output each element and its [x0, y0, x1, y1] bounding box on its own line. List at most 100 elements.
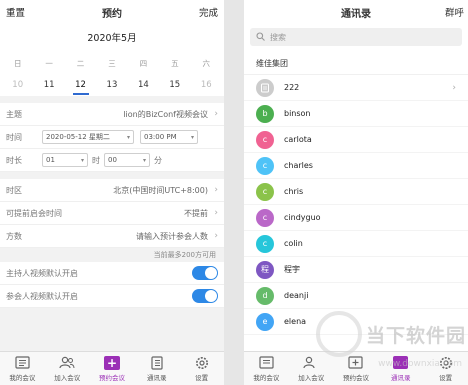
- tab-label: 设置: [439, 373, 453, 382]
- tab-label: 通讯录: [147, 373, 167, 382]
- contact-item[interactable]: c charles: [244, 153, 468, 179]
- contact-name: charles: [284, 161, 313, 170]
- contact-item[interactable]: c chris: [244, 179, 468, 205]
- divider: [0, 172, 224, 179]
- contact-item[interactable]: b binson: [244, 101, 468, 127]
- join-people-icon: [59, 356, 75, 370]
- contact-list: 222 › b binson c carlota c charles c chr…: [244, 75, 468, 335]
- done-button[interactable]: 完成: [199, 5, 218, 19]
- contact-item[interactable]: d deanji: [244, 283, 468, 309]
- tab-schedule-meeting[interactable]: + 预约会议: [90, 352, 135, 385]
- subject-row[interactable]: 主题 lion的BizConf视频会议 ›: [0, 103, 224, 126]
- time-label: 时间: [6, 132, 22, 142]
- calendar-month: 2020年5月: [87, 33, 137, 44]
- tab-label: 加入会议: [54, 373, 81, 382]
- hours-unit: 时: [92, 155, 100, 165]
- host-video-toggle[interactable]: [192, 266, 218, 280]
- duration-row: 时长 01 ▾ 时 00 ▾ 分: [0, 149, 224, 172]
- contact-item[interactable]: 222 ›: [244, 75, 468, 101]
- tab-contacts[interactable]: 通讯录: [134, 352, 179, 385]
- date-cell: 16: [200, 80, 212, 90]
- date-row: 10 11 12 13 14 15 16: [0, 74, 224, 96]
- participants-hint: 当前最多200方可用: [0, 248, 224, 262]
- date-cell[interactable]: 15: [161, 80, 189, 90]
- date-cell[interactable]: 11: [35, 80, 63, 90]
- hours-select[interactable]: 01 ▾: [42, 153, 88, 167]
- video-options: 主持人视频默认开启 参会人视频默认开启: [0, 262, 224, 308]
- page-title: 通讯录: [341, 8, 371, 20]
- subject-value[interactable]: lion的BizConf视频会议: [42, 109, 210, 120]
- watermark-logo-icon: [315, 311, 362, 357]
- bottom-tab-bar: 我的会议 加入会议 + 预约会议 通讯录 设置: [0, 351, 224, 385]
- weekday-label: 二: [76, 58, 85, 68]
- avatar: c: [256, 182, 274, 201]
- date-cell-selected[interactable]: 12: [67, 80, 95, 95]
- meeting-list-icon: [258, 356, 274, 370]
- subject-label: 主题: [6, 109, 22, 119]
- contact-item[interactable]: c colin: [244, 231, 468, 257]
- participants-label: 方数: [6, 231, 22, 241]
- contact-item[interactable]: c carlota: [244, 127, 468, 153]
- group-call-button[interactable]: 群呼: [445, 5, 464, 19]
- contact-item[interactable]: c cindyguo: [244, 205, 468, 231]
- participants-input[interactable]: 请输入预计参会人数: [42, 231, 210, 242]
- dropdown-arrow-icon: ▾: [126, 133, 130, 141]
- avatar: c: [256, 208, 274, 227]
- remind-row[interactable]: 可提前启会时间 不提前 ›: [0, 202, 224, 225]
- weekday-label: 四: [139, 58, 148, 68]
- remind-value: 不提前: [184, 208, 208, 218]
- meeting-options: 时区 北京(中国时间UTC+8:00) › 可提前启会时间 不提前 › 方数 请…: [0, 179, 224, 248]
- page-title: 预约: [102, 8, 122, 20]
- schedule-plus-icon: +: [103, 355, 120, 370]
- contact-name: 程宇: [284, 265, 300, 274]
- timezone-value: 北京(中国时间UTC+8:00): [113, 185, 208, 195]
- contact-item[interactable]: 程 程宇: [244, 257, 468, 283]
- avatar: b: [256, 104, 274, 123]
- minutes-select[interactable]: 00 ▾: [104, 153, 150, 167]
- tab-settings[interactable]: 设置: [179, 352, 224, 385]
- participants-row[interactable]: 方数 请输入预计参会人数 ›: [0, 225, 224, 248]
- date-cell[interactable]: 13: [98, 80, 126, 90]
- reset-button[interactable]: 重置: [6, 5, 25, 19]
- contact-name: carlota: [284, 135, 312, 144]
- dropdown-arrow-icon: ▾: [142, 156, 146, 164]
- date-cell[interactable]: 14: [129, 80, 157, 90]
- time-select-value: 03:00 PM: [144, 133, 177, 141]
- dropdown-arrow-icon: ▾: [190, 133, 194, 141]
- time-select[interactable]: 03:00 PM ▾: [140, 130, 198, 144]
- contact-name: deanji: [284, 291, 309, 300]
- timezone-row[interactable]: 时区 北京(中国时间UTC+8:00) ›: [0, 179, 224, 202]
- chevron-right-icon: ›: [214, 185, 218, 195]
- date-select[interactable]: 2020-05-12 星期二 ▾: [42, 130, 134, 144]
- avatar: d: [256, 286, 274, 305]
- tab-label: 通讯录: [391, 373, 411, 382]
- avatar: e: [256, 312, 274, 331]
- date-select-value: 2020-05-12 星期二: [46, 133, 110, 141]
- contact-name: cindyguo: [284, 213, 321, 222]
- weekday-row: 日 一 二 三 四 五 六: [0, 52, 224, 74]
- chevron-right-icon: ›: [214, 231, 218, 241]
- tab-my-meetings[interactable]: 我的会议: [0, 352, 45, 385]
- divider: [0, 96, 224, 103]
- chevron-right-icon: ›: [214, 109, 218, 119]
- calendar: 2020年5月 日 一 二 三 四 五 六 10 11 12 13 14 15 …: [0, 24, 224, 96]
- join-people-icon: [303, 356, 319, 370]
- tab-my-meetings[interactable]: 我的会议: [244, 352, 289, 385]
- search-icon: [256, 31, 265, 43]
- meeting-list-icon: [14, 356, 30, 370]
- avatar: c: [256, 234, 274, 253]
- tab-join-meeting[interactable]: 加入会议: [45, 352, 90, 385]
- contact-name: elena: [284, 317, 307, 326]
- contacts-book-icon: [149, 355, 165, 370]
- attendee-video-row: 参会人视频默认开启: [0, 285, 224, 308]
- avatar: c: [256, 130, 274, 149]
- host-video-label: 主持人视频默认开启: [6, 268, 78, 278]
- remind-label: 可提前启会时间: [6, 208, 62, 218]
- watermark: 当下软件园 www.downxia.com: [315, 311, 466, 369]
- attendee-video-toggle[interactable]: [192, 289, 218, 303]
- minutes-value: 00: [108, 156, 117, 164]
- search-input[interactable]: 搜索: [250, 28, 462, 46]
- schedule-plus-icon: [348, 356, 364, 370]
- weekday-label: 五: [171, 58, 179, 68]
- tab-label: 预约会议: [342, 373, 369, 382]
